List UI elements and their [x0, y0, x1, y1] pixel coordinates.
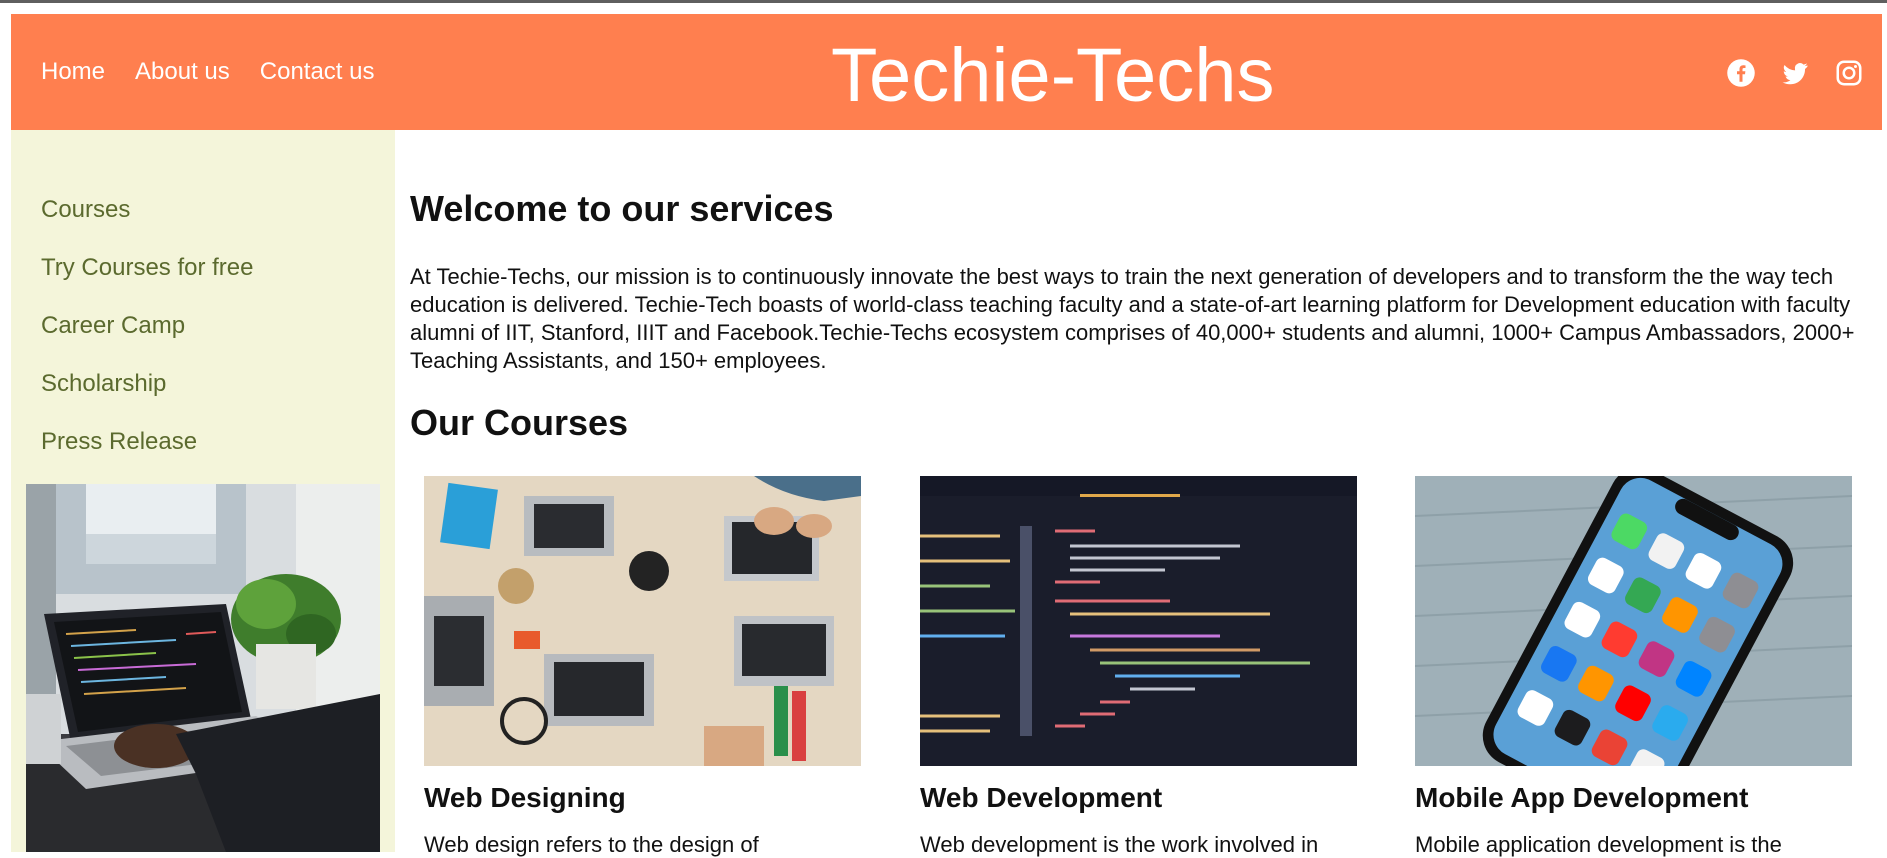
twitter-icon — [1782, 63, 1808, 85]
nav-contact-link[interactable]: Contact us — [260, 58, 375, 86]
course-image-mobile-app-development — [1415, 476, 1852, 766]
nav-about-link[interactable]: About us — [135, 58, 230, 86]
course-title: Web Designing — [424, 782, 626, 813]
course-description: Mobile application development is the — [1415, 832, 1782, 857]
sidebar-item: Courses — [41, 196, 254, 254]
mission-paragraph: At Techie-Techs, our mission is to conti… — [410, 264, 1855, 373]
main-content: Welcome to our services At Techie-Techs,… — [410, 130, 1880, 857]
sidebar-item: Career Camp — [41, 312, 254, 370]
social-links — [1726, 58, 1864, 88]
sidebar-item: Press Release — [41, 428, 254, 486]
site-header: Home About us Contact us Techie-Techs — [11, 14, 1882, 130]
page: Home About us Contact us Techie-Techs Co… — [11, 14, 1882, 857]
facebook-link[interactable] — [1726, 58, 1756, 88]
course-card-web-designing[interactable]: Web Designing Web design refers to the d… — [424, 476, 861, 858]
instagram-link[interactable] — [1834, 58, 1864, 88]
instagram-icon — [1836, 60, 1862, 86]
twitter-link[interactable] — [1780, 58, 1810, 88]
sidebar-link-courses[interactable]: Courses — [41, 196, 254, 224]
sidebar-link-scholarship[interactable]: Scholarship — [41, 370, 254, 398]
sidebar-link-press-release[interactable]: Press Release — [41, 428, 254, 456]
sidebar-item: Try Courses for free — [41, 254, 254, 312]
nav-home-link[interactable]: Home — [41, 58, 105, 86]
sidebar-photo-laptop-coding — [26, 484, 380, 852]
sidebar-menu: Courses Try Courses for free Career Camp… — [41, 196, 254, 486]
sidebar-link-try-free[interactable]: Try Courses for free — [41, 254, 254, 282]
course-title: Mobile App Development — [1415, 782, 1749, 813]
course-description: Web design refers to the design of — [424, 832, 759, 857]
course-title: Web Development — [920, 782, 1163, 813]
sidebar: Courses Try Courses for free Career Camp… — [11, 130, 395, 852]
courses-heading: Our Courses — [410, 402, 629, 443]
sidebar-link-career-camp[interactable]: Career Camp — [41, 312, 254, 340]
welcome-heading: Welcome to our services — [410, 188, 834, 229]
course-description: Web development is the work involved in — [920, 832, 1319, 857]
sidebar-item: Scholarship — [41, 370, 254, 428]
main-nav: Home About us Contact us — [41, 58, 375, 86]
course-card-web-development[interactable]: Web Development Web development is the w… — [920, 476, 1357, 858]
browser-top-border — [0, 0, 1887, 3]
course-image-web-development — [920, 476, 1357, 766]
facebook-icon — [1727, 59, 1755, 87]
course-card-mobile-app-development[interactable]: Mobile App Development Mobile applicatio… — [1415, 476, 1852, 858]
course-image-web-designing — [424, 476, 861, 766]
site-logo-title: Techie-Techs — [831, 33, 1275, 118]
